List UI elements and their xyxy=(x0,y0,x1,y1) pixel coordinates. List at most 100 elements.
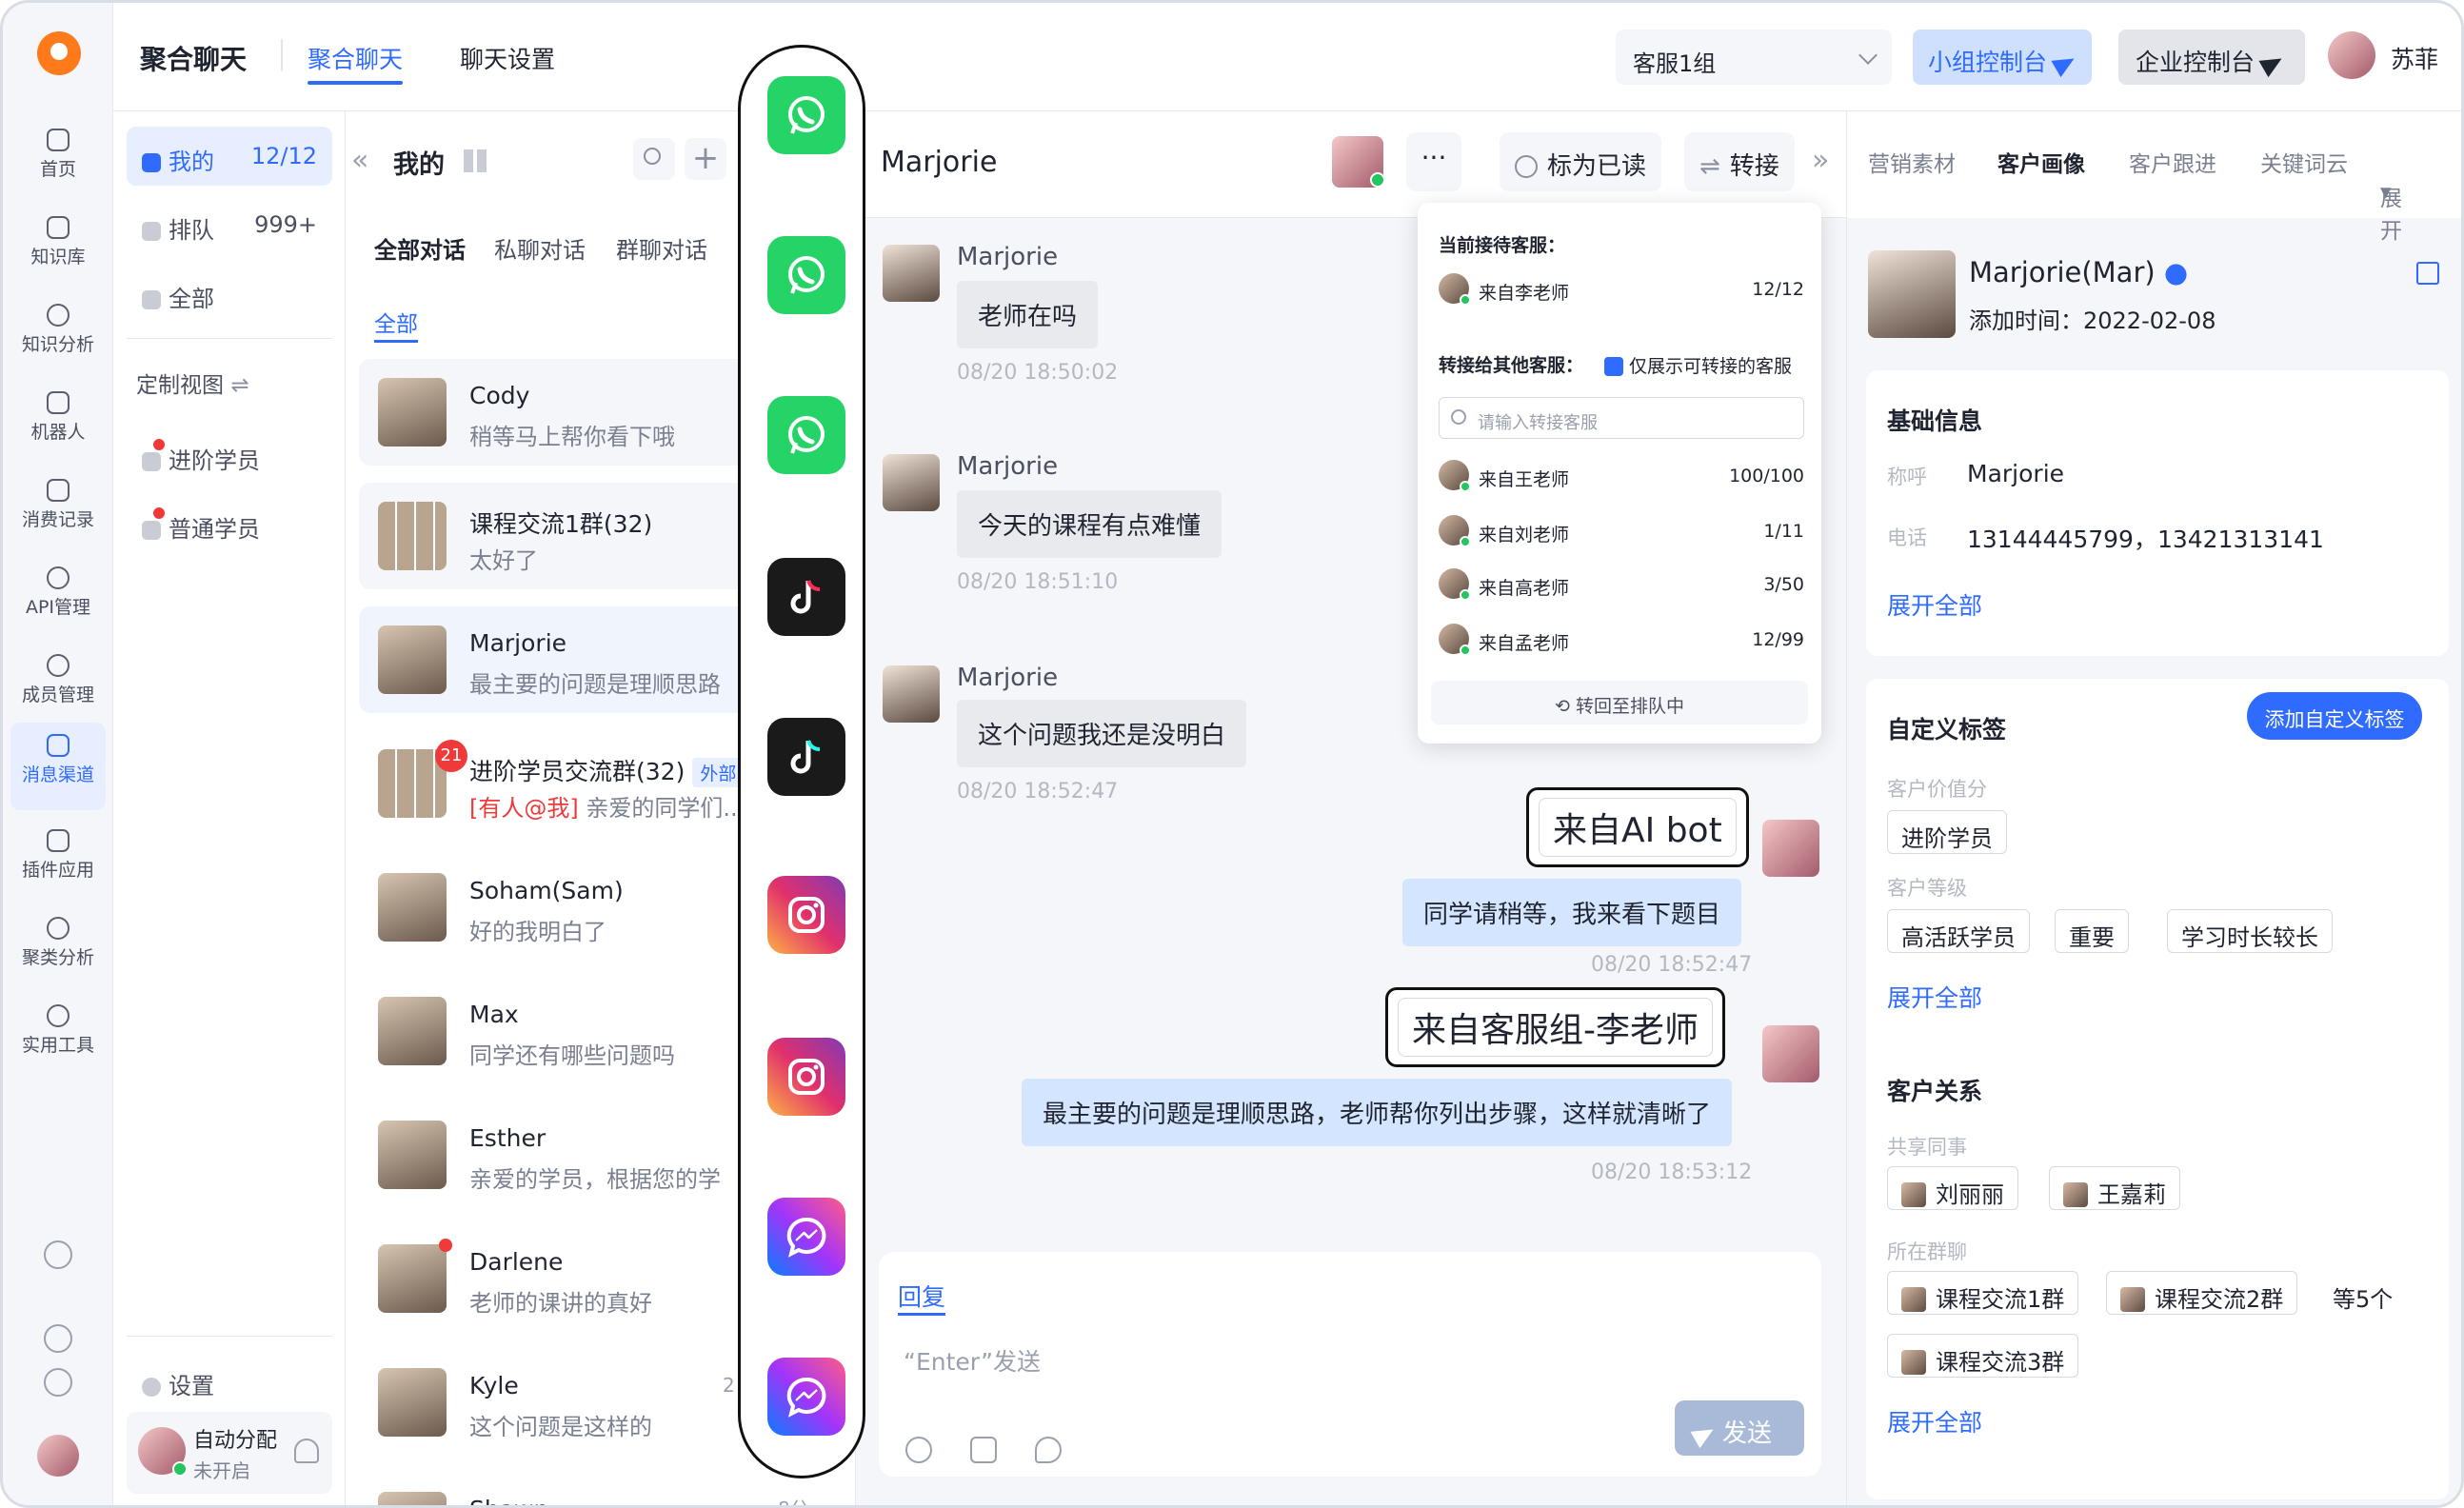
tag-chip[interactable]: 学习时长较长 xyxy=(2167,909,2333,953)
sidebar-item-mine[interactable]: 我的 12/12 xyxy=(127,127,332,186)
tab-all-conversations[interactable]: 全部对话 xyxy=(374,231,466,265)
nav-knowledge-base[interactable]: 知识库 xyxy=(10,205,106,285)
checkbox-checked-icon xyxy=(1604,357,1623,376)
unread-dot xyxy=(153,507,165,519)
colleague-avatar xyxy=(1901,1182,1926,1207)
expand-all-link[interactable]: 展开全部 xyxy=(1887,1404,1982,1439)
colleague-chip[interactable]: 王嘉莉 xyxy=(2049,1166,2180,1210)
nav-plugins[interactable]: 插件应用 xyxy=(10,818,106,898)
list-item[interactable]: Shawn 8分钟 xyxy=(359,1473,816,1505)
nav-members[interactable]: 成员管理 xyxy=(10,643,106,723)
nav-knowledge-analysis[interactable]: 知识分析 xyxy=(10,292,106,372)
emoji-icon[interactable] xyxy=(905,1437,932,1463)
group-chip[interactable]: 课程交流2群 xyxy=(2106,1271,2298,1315)
messenger-icon[interactable] xyxy=(767,1198,845,1276)
expand-panel-icon[interactable]: » xyxy=(1812,144,1829,177)
folder-icon xyxy=(47,216,70,239)
enterprise-console-button[interactable]: 企业控制台 xyxy=(2118,30,2305,85)
nav-tools[interactable]: 实用工具 xyxy=(10,993,106,1073)
tag-chip[interactable]: 重要 xyxy=(2055,909,2129,953)
globe-icon[interactable] xyxy=(44,1368,72,1397)
message-input[interactable]: “Enter”发送 xyxy=(904,1343,1041,1378)
only-transferable-checkbox[interactable]: 仅展示可转接的客服 xyxy=(1604,352,1792,378)
group-avatar xyxy=(1901,1287,1926,1312)
group-chip[interactable]: 课程交流3群 xyxy=(1887,1334,2079,1378)
messenger-icon[interactable] xyxy=(767,1358,845,1436)
agent-row[interactable]: 来自王老师 100/100 xyxy=(1439,458,1804,496)
back-to-queue-button[interactable]: ⟲ 转回至排队中 xyxy=(1431,681,1808,724)
card-title: 客户关系 xyxy=(1887,1078,1983,1105)
grid-icon[interactable] xyxy=(464,149,487,172)
nav-home[interactable]: 首页 xyxy=(10,117,106,197)
colleague-chip[interactable]: 刘丽丽 xyxy=(1887,1166,2018,1210)
add-tag-button[interactable]: 添加自定义标签 xyxy=(2247,692,2422,740)
auto-assign-toggle[interactable]: 自动分配 未开启 xyxy=(127,1412,332,1494)
app-logo xyxy=(37,31,81,75)
sidebar-item-regular[interactable]: 普通学员 xyxy=(127,494,332,553)
whatsapp-icon[interactable] xyxy=(767,396,845,474)
transfer-button[interactable]: ⇌ 转接 xyxy=(1684,132,1795,191)
sidebar-item-all[interactable]: 全部 xyxy=(127,264,332,323)
contact-name: 课程交流1群(32) xyxy=(469,510,653,538)
nickname-value: Marjorie xyxy=(1967,460,2065,487)
group-select[interactable]: 客服1组 xyxy=(1616,30,1892,85)
reply-tab[interactable]: 回复 xyxy=(898,1279,946,1316)
tiktok-icon[interactable] xyxy=(767,718,845,796)
edit-icon[interactable] xyxy=(2416,262,2439,285)
tab-group-conversations[interactable]: 群聊对话 xyxy=(616,231,707,265)
tag-chip[interactable]: 高活跃学员 xyxy=(1887,909,2030,953)
nav-channels[interactable]: 消息渠道 xyxy=(10,723,106,810)
agent-avatar xyxy=(1439,515,1471,547)
whatsapp-icon[interactable] xyxy=(767,236,845,314)
agent-row[interactable]: 来自刘老师 1/11 xyxy=(1439,513,1804,551)
header-avatar[interactable] xyxy=(2328,31,2375,79)
custom-view-label[interactable]: 定制视图 ⇌ xyxy=(136,367,249,399)
tag-chip[interactable]: 进阶学员 xyxy=(1887,810,2007,854)
send-button[interactable]: 发送 xyxy=(1675,1400,1804,1456)
tiktok-icon[interactable] xyxy=(767,558,845,636)
add-icon[interactable]: + xyxy=(685,138,726,180)
message-bubble: 最主要的问题是理顺思路，老师帮你列出步骤，这样就清晰了 xyxy=(1022,1079,1733,1146)
agent-row[interactable]: 来自孟老师 12/99 xyxy=(1439,622,1804,660)
attachment-icon[interactable] xyxy=(1035,1437,1062,1463)
group-console-button[interactable]: 小组控制台 xyxy=(1913,30,2092,85)
group-chip[interactable]: 课程交流1群 xyxy=(1887,1271,2079,1315)
tab-keyword-cloud[interactable]: 关键词云 xyxy=(2260,146,2348,178)
sidebar-item-advanced[interactable]: 进阶学员 xyxy=(127,426,332,485)
whatsapp-icon[interactable] xyxy=(767,76,845,154)
more-groups-count[interactable]: 等5个 xyxy=(2333,1280,2393,1314)
tab-chat-settings[interactable]: 聊天设置 xyxy=(460,41,555,75)
nav-consumption[interactable]: 消费记录 xyxy=(10,467,106,547)
instagram-icon[interactable] xyxy=(767,1038,845,1116)
tab-follow-up[interactable]: 客户跟进 xyxy=(2129,146,2216,178)
nav-robot[interactable]: 机器人 xyxy=(10,380,106,460)
tab-aggregated-chat[interactable]: 聚合聊天 xyxy=(308,41,404,85)
mark-read-button[interactable]: 标为已读 xyxy=(1500,132,1662,191)
contact-name: Max xyxy=(469,1001,519,1028)
tab-private-conversations[interactable]: 私聊对话 xyxy=(494,231,586,265)
agent-row[interactable]: 来自高老师 3/50 xyxy=(1439,566,1804,605)
instagram-icon[interactable] xyxy=(767,876,845,954)
agent-search-input[interactable]: 请输入转接客服 xyxy=(1439,397,1804,439)
settings-button[interactable]: 设置 xyxy=(127,1351,332,1410)
help-icon[interactable] xyxy=(44,1324,72,1353)
expand-all-link[interactable]: 展开全部 xyxy=(1887,980,1982,1014)
contact-name: Cody xyxy=(469,382,530,409)
tab-customer-profile[interactable]: 客户画像 xyxy=(1997,146,2085,178)
agent-avatar xyxy=(1762,1025,1819,1082)
user-avatar[interactable] xyxy=(37,1435,79,1477)
sender-name: Marjorie xyxy=(957,664,1059,692)
headset-icon[interactable] xyxy=(44,1240,72,1269)
gif-icon[interactable] xyxy=(970,1437,997,1463)
tab-marketing[interactable]: 营销素材 xyxy=(1868,146,1956,178)
sidebar-item-queue[interactable]: 排队 999+ xyxy=(127,195,332,254)
nav-api[interactable]: API管理 xyxy=(10,555,106,635)
filter-all[interactable]: 全部 xyxy=(374,306,418,343)
search-icon[interactable] xyxy=(633,138,675,180)
expand-all-link[interactable]: 展开全部 xyxy=(1887,587,1982,622)
nav-cluster[interactable]: 聚类分析 xyxy=(10,905,106,985)
more-options-button[interactable]: ··· xyxy=(1406,132,1461,191)
tag-icon xyxy=(142,521,161,540)
sidebar-divider xyxy=(127,338,332,339)
collapse-icon[interactable]: « xyxy=(351,144,368,177)
